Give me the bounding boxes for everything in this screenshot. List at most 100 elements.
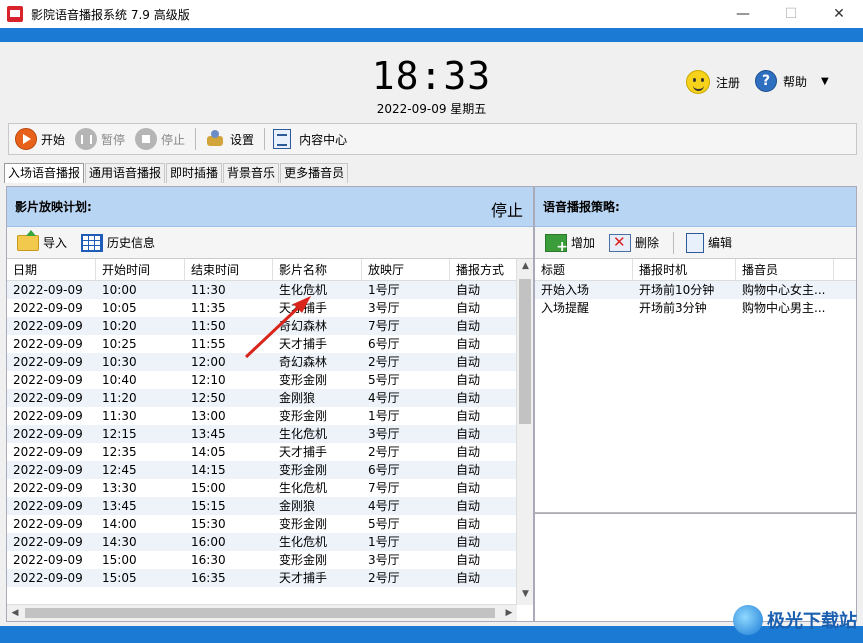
help-button[interactable]: ? 帮助 ▼ (755, 70, 829, 92)
edit-button[interactable]: 编辑 (686, 232, 732, 253)
table-cell: 12:45 (102, 463, 137, 477)
scroll-thumb[interactable] (25, 608, 495, 618)
minimize-button[interactable]: — (719, 0, 767, 28)
table-header: 标题 播报时机 播音员 (535, 259, 856, 281)
delete-icon (609, 233, 632, 252)
table-row[interactable]: 2022-09-09 15:05 16:35 天才捕手 2号厅 自动 (7, 569, 533, 587)
scroll-thumb[interactable] (519, 279, 531, 424)
tab-instant-insert[interactable]: 即时插播 (166, 163, 223, 183)
content-center-button[interactable]: 内容中心 (273, 129, 347, 149)
column-header[interactable]: 影片名称 (273, 259, 362, 280)
table-row[interactable]: 开始入场 开场前10分钟 购物中心女主... (535, 281, 856, 299)
table-cell: 自动 (456, 301, 481, 315)
schedule-header: 影片放映计划: 停止 (7, 187, 533, 227)
table-cell: 入场提醒 (541, 301, 590, 315)
history-button[interactable]: 历史信息 (81, 233, 156, 252)
column-header[interactable]: 放映厅 (362, 259, 450, 280)
pause-button[interactable]: 暂停 (75, 128, 125, 150)
app-icon (7, 6, 23, 22)
table-row[interactable]: 2022-09-09 14:00 15:30 变形金刚 5号厅 自动 (7, 515, 533, 533)
column-header[interactable]: 播报时机 (633, 259, 736, 280)
table-cell: 1号厅 (368, 535, 400, 549)
tab-background-music[interactable]: 背景音乐 (223, 163, 280, 183)
tab-general-broadcast[interactable]: 通用语音播报 (85, 163, 166, 183)
stop-button[interactable]: 停止 (135, 128, 185, 150)
vertical-scrollbar[interactable]: ▲ ▼ (516, 259, 533, 605)
table-cell: 7号厅 (368, 481, 400, 495)
table-cell: 2022-09-09 (13, 355, 83, 369)
table-row[interactable]: 2022-09-09 10:30 12:00 奇幻森林 2号厅 自动 (7, 353, 533, 371)
tab-more-announcers[interactable]: 更多播音员 (280, 163, 349, 183)
table-cell: 2022-09-09 (13, 301, 83, 315)
table-row[interactable]: 2022-09-09 13:45 15:15 金刚狼 4号厅 自动 (7, 497, 533, 515)
table-cell: 自动 (456, 499, 481, 513)
scroll-down-icon[interactable]: ▼ (517, 589, 534, 599)
column-header[interactable]: 标题 (535, 259, 633, 280)
table-cell: 2号厅 (368, 445, 400, 459)
table-row[interactable]: 2022-09-09 10:00 11:30 生化危机 1号厅 自动 (7, 281, 533, 299)
settings-button[interactable]: 设置 (204, 128, 254, 150)
clock-date: 2022-09-09 星期五 (376, 102, 487, 116)
table-row[interactable]: 2022-09-09 14:30 16:00 生化危机 1号厅 自动 (7, 533, 533, 551)
folder-open-icon (17, 229, 39, 251)
column-header[interactable]: 开始时间 (96, 259, 185, 280)
table-cell: 14:00 (102, 517, 137, 531)
table-cell: 生化危机 (279, 535, 328, 549)
delete-button[interactable]: 删除 (609, 233, 660, 252)
chevron-down-icon[interactable]: ▼ (821, 76, 829, 87)
column-header[interactable]: 播音员 (736, 259, 834, 280)
table-cell: 2022-09-09 (13, 427, 83, 441)
table-cell: 2022-09-09 (13, 571, 83, 585)
table-row[interactable]: 2022-09-09 12:45 14:15 变形金刚 6号厅 自动 (7, 461, 533, 479)
table-row[interactable]: 2022-09-09 10:05 11:35 天才捕手 3号厅 自动 (7, 299, 533, 317)
horizontal-scrollbar[interactable]: ◀ ▶ (7, 604, 517, 621)
table-row[interactable]: 2022-09-09 11:30 13:00 变形金刚 1号厅 自动 (7, 407, 533, 425)
tab-entry-broadcast[interactable]: 入场语音播报 (4, 163, 85, 183)
window-title: 影院语音播报系统 7.9 高级版 (31, 7, 190, 22)
table-cell: 自动 (456, 409, 481, 423)
register-button[interactable]: 注册 (686, 70, 740, 94)
table-cell: 2022-09-09 (13, 409, 83, 423)
import-button[interactable]: 导入 (17, 229, 68, 251)
table-row[interactable]: 2022-09-09 13:30 15:00 生化危机 7号厅 自动 (7, 479, 533, 497)
table-cell: 天才捕手 (279, 571, 328, 585)
scroll-right-icon[interactable]: ▶ (501, 605, 517, 622)
start-label: 开始 (41, 132, 66, 147)
table-row[interactable]: 2022-09-09 10:40 12:10 变形金刚 5号厅 自动 (7, 371, 533, 389)
table-cell: 12:50 (191, 391, 226, 405)
start-button[interactable]: 开始 (15, 128, 65, 150)
table-cell: 自动 (456, 319, 481, 333)
import-label: 导入 (43, 236, 68, 250)
table-cell: 6号厅 (368, 463, 400, 477)
add-button[interactable]: 增加 (545, 233, 595, 255)
table-row[interactable]: 2022-09-09 12:35 14:05 天才捕手 2号厅 自动 (7, 443, 533, 461)
table-cell: 变形金刚 (279, 463, 328, 477)
table-icon (81, 233, 104, 252)
settings-icon (204, 128, 226, 150)
close-button[interactable]: ✕ (815, 0, 863, 28)
table-row[interactable]: 2022-09-09 10:25 11:55 天才捕手 6号厅 自动 (7, 335, 533, 353)
column-header[interactable]: 结束时间 (185, 259, 273, 280)
scroll-left-icon[interactable]: ◀ (7, 605, 23, 622)
watermark-logo-icon (733, 605, 763, 635)
table-body: 2022-09-09 10:00 11:30 生化危机 1号厅 自动 2022-09-09 1… (7, 281, 533, 587)
table-cell: 奇幻森林 (279, 319, 328, 333)
table-cell: 10:40 (102, 373, 137, 387)
table-cell: 14:15 (191, 463, 226, 477)
column-header[interactable]: 日期 (7, 259, 96, 280)
table-cell: 11:55 (191, 337, 226, 351)
tab-strip: 入场语音播报 通用语音播报 即时插播 背景音乐 更多播音员 (4, 163, 349, 183)
pause-icon (75, 128, 98, 150)
history-label: 历史信息 (107, 236, 156, 250)
column-header[interactable]: 播报方式 (450, 259, 518, 280)
table-row[interactable]: 2022-09-09 11:20 12:50 金刚狼 4号厅 自动 (7, 389, 533, 407)
table-row[interactable]: 2022-09-09 10:20 11:50 奇幻森林 7号厅 自动 (7, 317, 533, 335)
table-row[interactable]: 2022-09-09 15:00 16:30 变形金刚 3号厅 自动 (7, 551, 533, 569)
delete-label: 删除 (635, 236, 660, 250)
table-cell: 10:25 (102, 337, 137, 351)
scroll-up-icon[interactable]: ▲ (517, 261, 534, 271)
table-cell: 自动 (456, 553, 481, 567)
table-row[interactable]: 2022-09-09 12:15 13:45 生化危机 3号厅 自动 (7, 425, 533, 443)
table-row[interactable]: 入场提醒 开场前3分钟 购物中心男主... (535, 299, 856, 317)
maximize-button[interactable]: ☐ (767, 0, 815, 28)
